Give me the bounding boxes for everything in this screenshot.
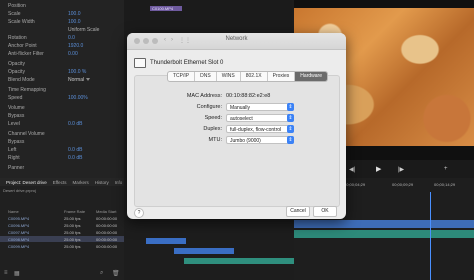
dialog-tabs: TCP/IP DNS WINS 802.1X Proxies Hardware xyxy=(167,71,328,82)
configure-row: Configure: Manually ⇕ xyxy=(135,102,339,111)
track-clip[interactable] xyxy=(184,258,294,264)
fx-row[interactable]: Level 0.0 dB xyxy=(0,120,124,127)
table-row[interactable]: C0095.MP4 25.00 fps 00:00:00:00 xyxy=(0,215,124,221)
fx-row[interactable]: Volume xyxy=(0,104,124,111)
interface-name: Thunderbolt Ethernet Slot 0 xyxy=(150,60,224,66)
mac-label: MAC Address: xyxy=(186,92,222,99)
panel-tabs: Project: Desert drive Effects Markers Hi… xyxy=(0,178,124,186)
tab-project[interactable]: Project: Desert drive xyxy=(6,180,47,185)
play-icon[interactable]: ▶ xyxy=(376,165,381,173)
table-row[interactable]: C0098.MP4 25.00 fps 00:00:00:00 xyxy=(0,236,124,242)
table-row[interactable]: C0096.MP4 25.00 fps 00:00:00:00 xyxy=(0,222,124,228)
step-back-icon[interactable]: ◀| xyxy=(349,166,355,173)
chevron-updown-icon: ⇕ xyxy=(287,135,294,144)
trash-icon[interactable]: 🗑 xyxy=(112,270,120,277)
effect-controls-timeline: C0100.MP4 xyxy=(124,0,292,30)
search-icon[interactable]: ⌕ xyxy=(100,270,103,277)
dialog-titlebar[interactable]: ‹ › ⋮⋮ Network xyxy=(127,33,346,50)
tab-hardware[interactable]: Hardware xyxy=(295,72,327,81)
project-path: Desert drive.prproj xyxy=(3,188,36,193)
ok-button[interactable]: OK xyxy=(313,206,337,217)
tab-markers[interactable]: Markers xyxy=(72,180,88,185)
timecode-label: 00;00;14;29 xyxy=(434,182,456,187)
speed-select[interactable]: autoselect ⇕ xyxy=(226,113,294,122)
duplex-row: Duplex: full-duplex, flow-control ⇕ xyxy=(135,124,339,133)
duplex-select[interactable]: full-duplex, flow-control ⇕ xyxy=(226,124,294,133)
timecode-label: 00;00;09;29 xyxy=(392,182,414,187)
cancel-button[interactable]: Cancel xyxy=(286,206,310,217)
fx-row[interactable]: Channel Volume xyxy=(0,130,124,137)
chevron-updown-icon: ⇕ xyxy=(287,113,294,122)
fx-row[interactable]: Bypass xyxy=(0,138,124,145)
chevron-down-icon xyxy=(86,78,91,81)
video-track-clip[interactable] xyxy=(294,220,474,228)
mac-value: 00:10:88:82:e2:e8 xyxy=(226,92,271,99)
tab-info[interactable]: Info xyxy=(115,180,123,185)
timecode-label: 00;00;04;29 xyxy=(344,182,366,187)
audio-track-clip[interactable] xyxy=(294,230,474,238)
fx-row[interactable]: Blend Mode Normal xyxy=(0,76,124,83)
icon-view-icon[interactable]: ▦ xyxy=(14,270,20,277)
fx-row[interactable]: Position xyxy=(0,2,124,9)
fx-row[interactable]: Speed 100.00% xyxy=(0,94,124,101)
speed-label: Speed: xyxy=(204,114,222,121)
col-media-start[interactable]: Media Start xyxy=(96,209,116,214)
tab-effects[interactable]: Effects xyxy=(53,180,67,185)
sequence-clip[interactable]: C0100.MP4 xyxy=(150,6,182,11)
tab-dns[interactable]: DNS xyxy=(195,72,217,81)
column-headers: Name Frame Rate Media Start xyxy=(0,208,124,214)
duplex-label: Duplex: xyxy=(203,125,222,132)
fx-row[interactable]: Right 0.0 dB xyxy=(0,154,124,161)
col-name[interactable]: Name xyxy=(8,209,64,214)
chevron-updown-icon: ⇕ xyxy=(287,102,294,111)
list-view-icon[interactable]: ≡ xyxy=(4,270,8,276)
mac-row: MAC Address: 00:10:88:82:e2:e8 xyxy=(135,91,339,100)
fx-row[interactable]: Anti-flicker Filter 0.00 xyxy=(0,50,124,57)
tab-tcpip[interactable]: TCP/IP xyxy=(168,72,196,81)
tab-wins[interactable]: WINS xyxy=(217,72,241,81)
track-clip[interactable] xyxy=(174,248,234,254)
fx-row[interactable]: Scale Width 100.0 xyxy=(0,18,124,25)
track-clip[interactable] xyxy=(146,238,186,244)
configure-label: Configure: xyxy=(196,103,222,110)
fx-row[interactable]: Left 0.0 dB xyxy=(0,146,124,153)
fx-row[interactable]: Scale 100.0 xyxy=(0,10,124,17)
tab-proxies[interactable]: Proxies xyxy=(268,72,296,81)
fx-row[interactable]: Anchor Point 1920.0 xyxy=(0,42,124,49)
mtu-row: MTU: Jumbo (9000) ⇕ xyxy=(135,135,339,144)
step-forward-icon[interactable]: |▶ xyxy=(398,166,404,173)
mtu-select[interactable]: Jumbo (9000) ⇕ xyxy=(226,135,294,144)
playhead[interactable] xyxy=(430,192,431,280)
fx-row[interactable]: Opacity 100.0 % xyxy=(0,68,124,75)
add-icon[interactable]: + xyxy=(444,166,448,172)
interface-header: Thunderbolt Ethernet Slot 0 xyxy=(134,58,223,68)
network-dialog: ‹ › ⋮⋮ Network Thunderbolt Ethernet Slot… xyxy=(127,33,346,219)
fx-row[interactable]: Rotation 0.0 xyxy=(0,34,124,41)
hardware-pane: MAC Address: 00:10:88:82:e2:e8 Configure… xyxy=(134,75,340,207)
col-frame-rate[interactable]: Frame Rate xyxy=(64,209,96,214)
speed-row: Speed: autoselect ⇕ xyxy=(135,113,339,122)
fx-row[interactable]: Opacity xyxy=(0,60,124,67)
chevron-updown-icon: ⇕ xyxy=(287,124,294,133)
fx-row[interactable]: Panner xyxy=(0,164,124,171)
table-row[interactable]: C0097.MP4 25.00 fps 00:00:00:00 xyxy=(0,229,124,235)
help-button[interactable]: ? xyxy=(134,208,144,218)
effect-controls-panel: Position Scale 100.0 Scale Width 100.0 Uni… xyxy=(0,0,124,178)
fx-row[interactable]: Uniform Scale xyxy=(0,26,124,33)
dialog-title: Network xyxy=(225,36,248,42)
ethernet-icon xyxy=(134,58,146,68)
tab-8021x[interactable]: 802.1X xyxy=(241,72,268,81)
mtu-label: MTU: xyxy=(208,136,222,143)
table-row[interactable]: C0099.MP4 25.00 fps 00:00:00:00 xyxy=(0,243,124,249)
fx-row[interactable]: Time Remapping xyxy=(0,86,124,93)
tab-history[interactable]: History xyxy=(95,180,109,185)
fx-row[interactable]: Bypass xyxy=(0,112,124,119)
project-panel: Project: Desert drive Effects Markers Hi… xyxy=(0,178,124,280)
configure-select[interactable]: Manually ⇕ xyxy=(226,102,294,111)
